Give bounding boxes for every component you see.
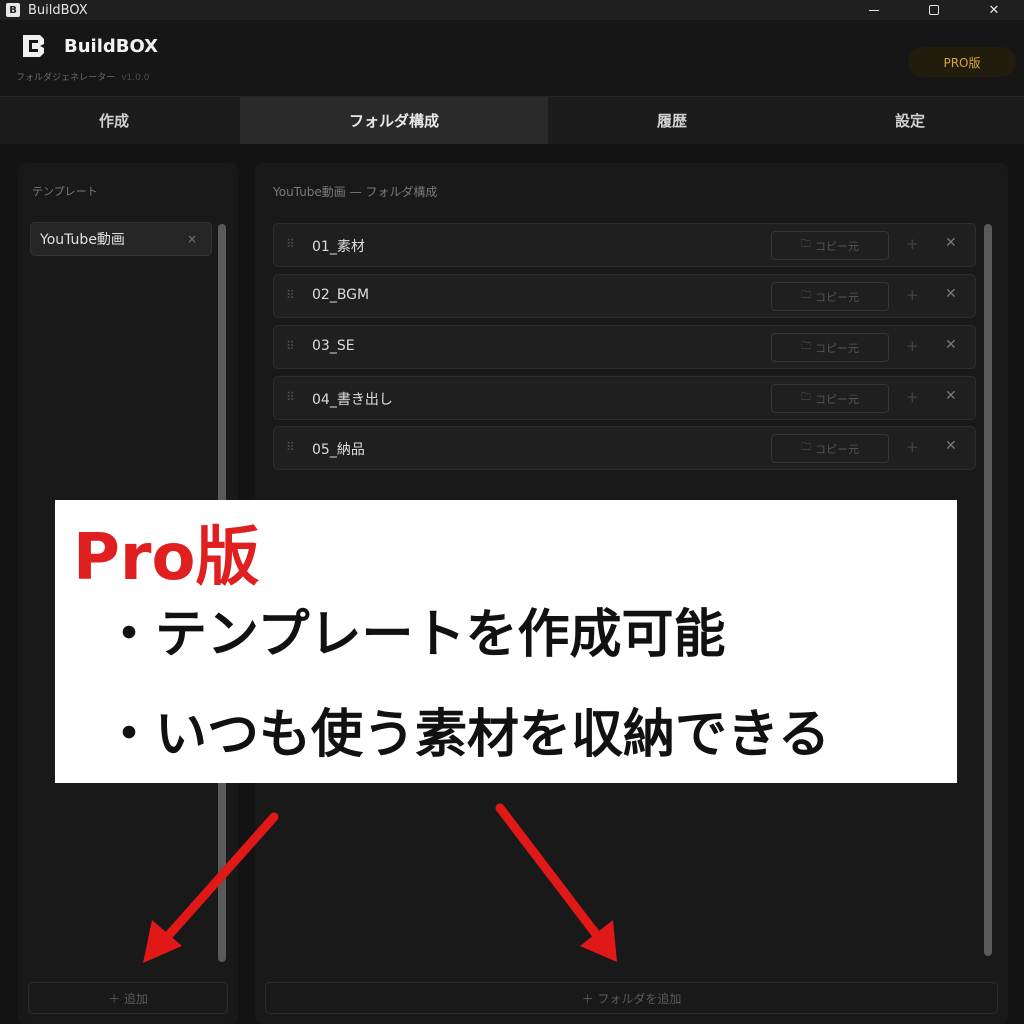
delete-folder-icon[interactable]: ✕ xyxy=(945,388,957,404)
promo-callout: Pro版 ・テンプレートを作成可能 ・いつも使う素材を収納できる xyxy=(55,500,957,783)
drag-handle-icon[interactable]: ⠿ xyxy=(286,237,295,251)
folder-row[interactable]: ⠿ 03_SE 🗀 コピー元 + ✕ xyxy=(273,325,976,369)
subtitle-text: フォルダジェネレーター xyxy=(16,73,116,83)
folder-name[interactable]: 04_書き出し xyxy=(312,389,393,409)
drag-handle-icon[interactable]: ⠿ xyxy=(286,390,295,404)
folder-icon: 🗀 xyxy=(801,290,811,301)
drag-handle-icon[interactable]: ⠿ xyxy=(286,339,295,353)
copy-source-button[interactable]: 🗀 コピー元 xyxy=(771,333,889,362)
folder-name[interactable]: 02_BGM xyxy=(312,287,369,303)
template-item-label: YouTube動画 xyxy=(40,232,125,248)
add-subfolder-icon[interactable]: + xyxy=(906,438,919,456)
delete-folder-icon[interactable]: ✕ xyxy=(945,337,957,353)
add-subfolder-icon[interactable]: + xyxy=(906,286,919,304)
drag-handle-icon[interactable]: ⠿ xyxy=(286,440,295,454)
buildbox-logo-icon xyxy=(23,35,44,57)
window-controls: ✕ xyxy=(844,0,1024,20)
close-window-button[interactable]: ✕ xyxy=(964,0,1024,20)
delete-folder-icon[interactable]: ✕ xyxy=(945,286,957,302)
tab-settings[interactable]: 設定 xyxy=(796,97,1024,144)
copy-source-button[interactable]: 🗀 コピー元 xyxy=(771,434,889,463)
add-template-button[interactable]: ＋ 追加 xyxy=(28,982,228,1014)
minimize-button[interactable] xyxy=(844,0,904,20)
brand-name: BuildBOX xyxy=(64,36,159,57)
tab-folder-structure[interactable]: フォルダ構成 xyxy=(240,97,548,144)
tab-create[interactable]: 作成 xyxy=(0,97,228,144)
add-folder-button[interactable]: ＋ フォルダを追加 xyxy=(265,982,998,1014)
add-subfolder-icon[interactable]: + xyxy=(906,235,919,253)
folder-row[interactable]: ⠿ 01_素材 🗀 コピー元 + ✕ xyxy=(273,223,976,267)
delete-folder-icon[interactable]: ✕ xyxy=(945,438,957,454)
copy-source-label: コピー元 xyxy=(815,341,859,355)
app-icon: B xyxy=(6,3,20,17)
pro-badge[interactable]: PRO版 xyxy=(908,47,1016,77)
remove-template-icon[interactable]: × xyxy=(187,232,197,246)
template-item[interactable]: YouTube動画 × xyxy=(30,222,212,256)
close-icon: ✕ xyxy=(988,2,1000,18)
folder-row[interactable]: ⠿ 05_納品 🗀 コピー元 + ✕ xyxy=(273,426,976,470)
template-panel-title: テンプレート xyxy=(32,185,98,198)
maximize-icon xyxy=(929,5,939,15)
folder-row[interactable]: ⠿ 04_書き出し 🗀 コピー元 + ✕ xyxy=(273,376,976,420)
app-header: BuildBOX フォルダジェネレーター v1.0.0 PRO版 xyxy=(0,20,1024,97)
tab-history[interactable]: 履歴 xyxy=(548,97,796,144)
add-subfolder-icon[interactable]: + xyxy=(906,337,919,355)
window-title: BuildBOX xyxy=(28,2,88,18)
copy-source-button[interactable]: 🗀 コピー元 xyxy=(771,231,889,260)
folder-row[interactable]: ⠿ 02_BGM 🗀 コピー元 + ✕ xyxy=(273,274,976,318)
brand-subtitle: フォルダジェネレーター v1.0.0 xyxy=(16,70,149,83)
folder-name[interactable]: 01_素材 xyxy=(312,236,365,256)
folder-scrollbar[interactable] xyxy=(984,224,992,956)
folder-panel-title: YouTube動画 — フォルダ構成 xyxy=(273,185,438,199)
delete-folder-icon[interactable]: ✕ xyxy=(945,235,957,251)
folder-name[interactable]: 03_SE xyxy=(312,338,355,354)
drag-handle-icon[interactable]: ⠿ xyxy=(286,288,295,302)
copy-source-label: コピー元 xyxy=(815,392,859,406)
copy-source-label: コピー元 xyxy=(815,239,859,253)
callout-heading: Pro版 xyxy=(73,521,260,595)
folder-icon: 🗀 xyxy=(801,341,811,352)
version-text: v1.0.0 xyxy=(121,73,150,83)
window-titlebar: B BuildBOX ✕ xyxy=(0,0,1024,20)
folder-icon: 🗀 xyxy=(801,392,811,403)
folder-name[interactable]: 05_納品 xyxy=(312,439,365,459)
maximize-button[interactable] xyxy=(904,0,964,20)
copy-source-button[interactable]: 🗀 コピー元 xyxy=(771,282,889,311)
copy-source-label: コピー元 xyxy=(815,290,859,304)
callout-line: ・いつも使う素材を収納できる xyxy=(103,705,830,765)
callout-line: ・テンプレートを作成可能 xyxy=(103,605,726,665)
minimize-icon xyxy=(869,9,879,11)
copy-source-label: コピー元 xyxy=(815,442,859,456)
folder-icon: 🗀 xyxy=(801,239,811,250)
folder-icon: 🗀 xyxy=(801,442,811,453)
add-subfolder-icon[interactable]: + xyxy=(906,388,919,406)
main-tabs: 作成 フォルダ構成 履歴 設定 xyxy=(0,97,1024,144)
copy-source-button[interactable]: 🗀 コピー元 xyxy=(771,384,889,413)
